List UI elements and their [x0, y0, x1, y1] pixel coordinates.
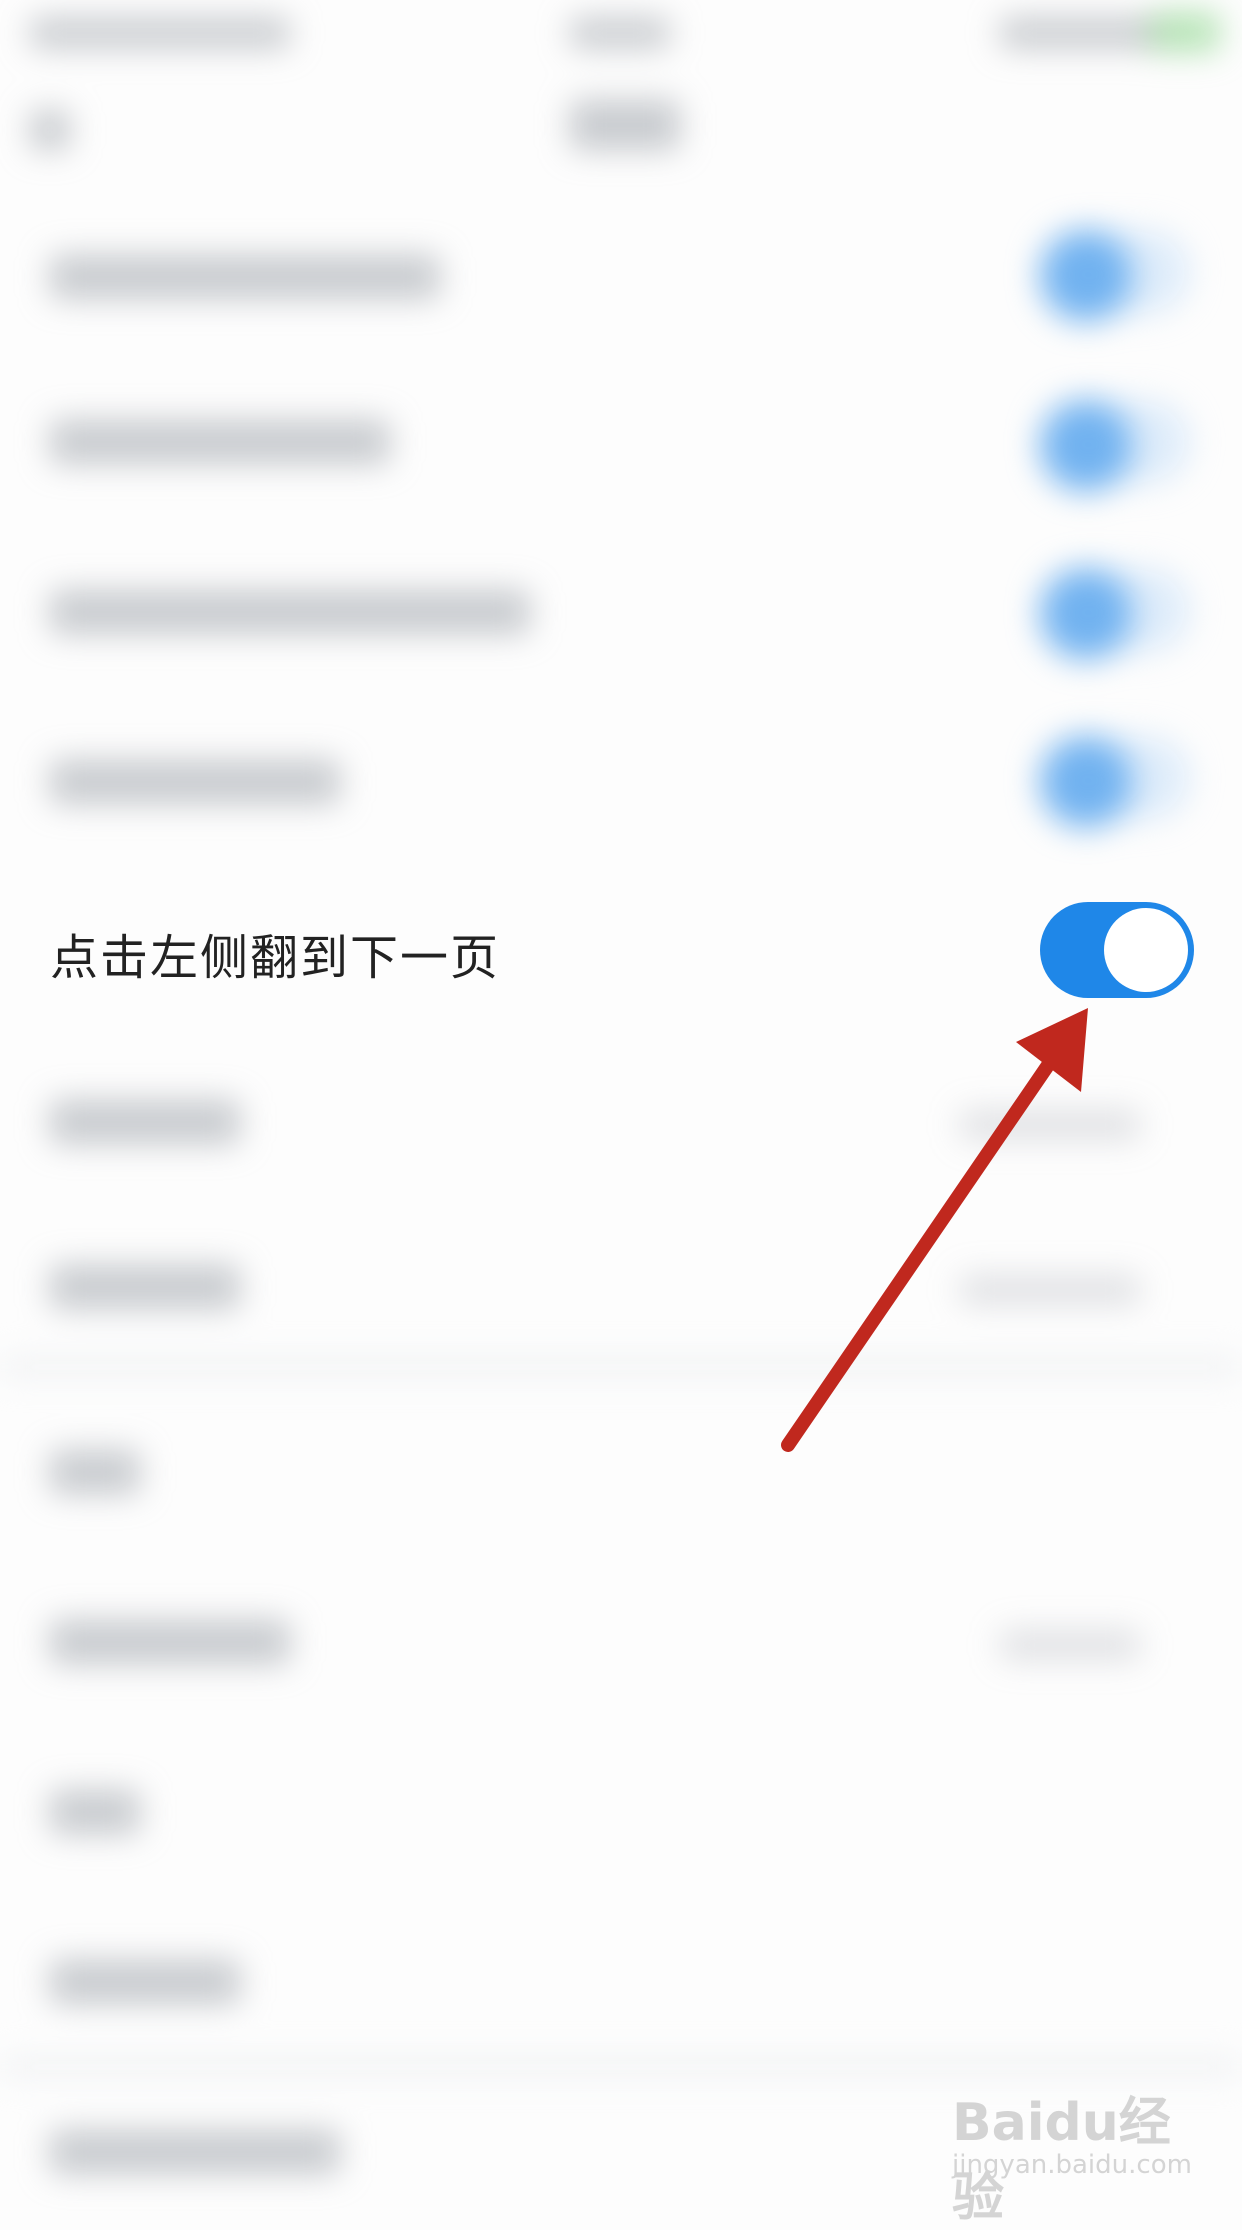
- annotation-arrow: [781, 1008, 1088, 1452]
- watermark: Baidu经验 jingyan.baidu.com: [952, 2070, 1222, 2228]
- watermark-url: jingyan.baidu.com: [952, 2150, 1192, 2180]
